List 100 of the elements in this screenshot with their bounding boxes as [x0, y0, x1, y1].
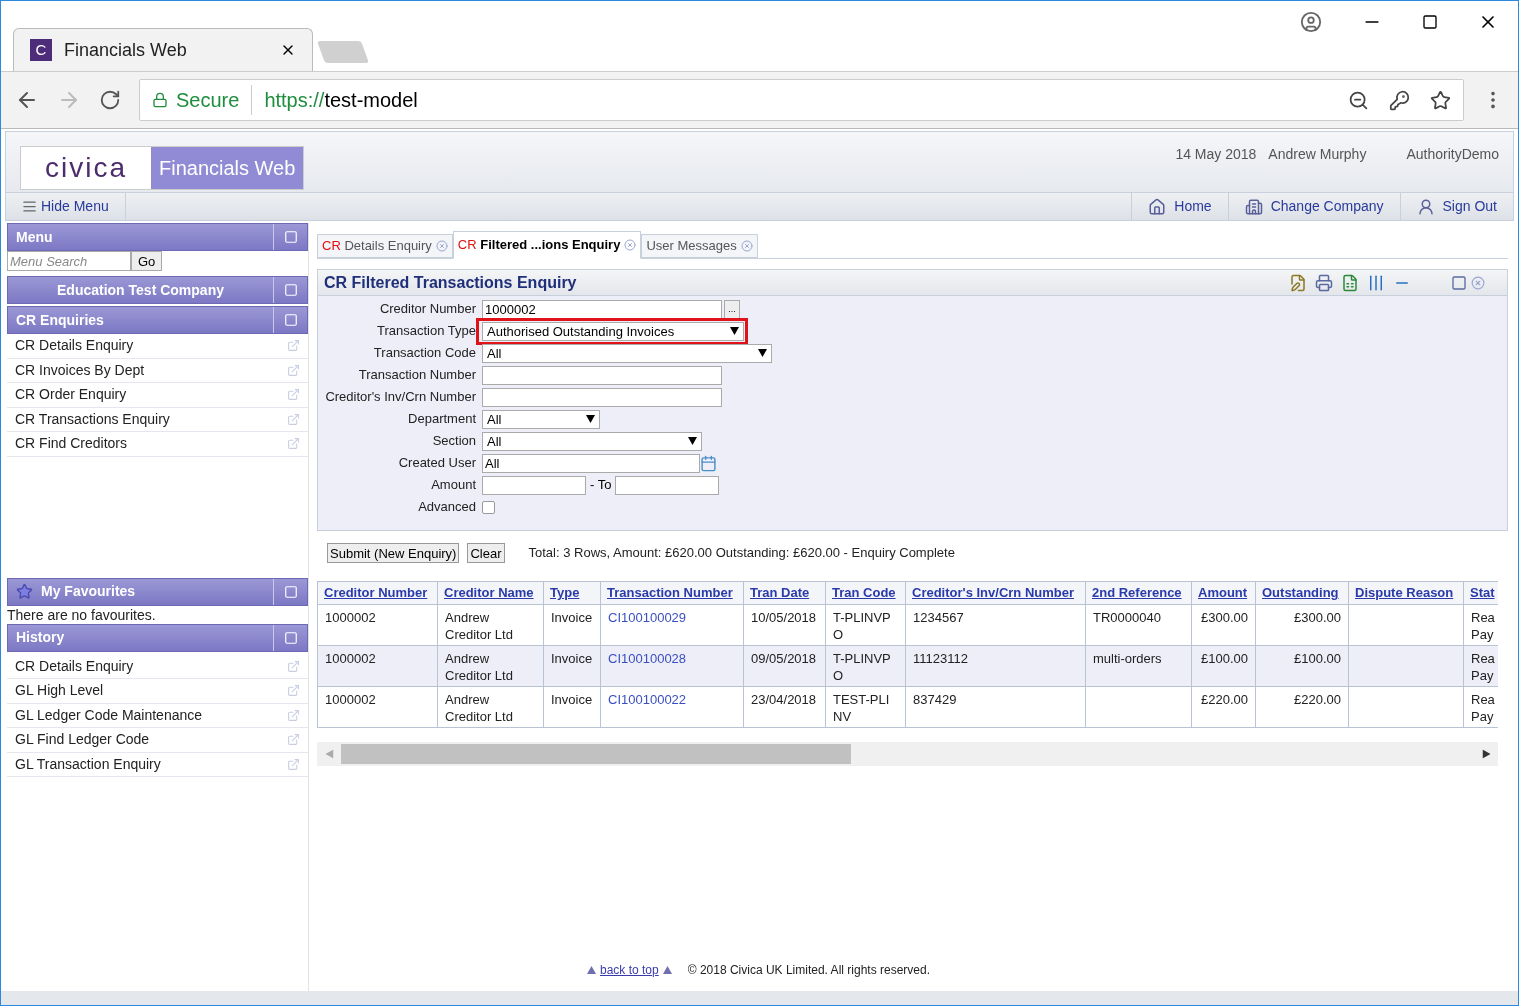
scrollbar[interactable]: [317, 742, 1498, 766]
field-label: Transaction Type: [377, 322, 476, 341]
open-icon[interactable]: [287, 437, 300, 451]
input-field[interactable]: [482, 475, 586, 495]
go-button[interactable]: Go: [131, 251, 163, 271]
transaction-link[interactable]: CI100100022: [608, 692, 687, 707]
menu-item[interactable]: CR Details Enquiry: [7, 654, 308, 679]
toolbar-link[interactable]: Change Company: [1227, 193, 1400, 220]
input-field[interactable]: All: [482, 453, 700, 473]
panel-title: My Favourites: [40, 582, 137, 601]
dropdown-arrow-icon[interactable]: [688, 437, 697, 445]
menu-item[interactable]: CR Find Creditors: [7, 432, 308, 457]
input-field[interactable]: [615, 475, 720, 495]
open-icon[interactable]: [287, 659, 300, 673]
spreadsheet-icon[interactable]: [1341, 273, 1359, 292]
maximize-icon[interactable]: [1422, 14, 1438, 30]
date-text: 14 May 2018: [1175, 145, 1257, 164]
table-cell: Rea Pay: [1471, 650, 1495, 684]
table-cell: £300.00: [1294, 610, 1341, 625]
profile-icon[interactable]: [1300, 11, 1322, 33]
menu-item[interactable]: GL Ledger Code Maintenance: [7, 703, 308, 728]
dropdown[interactable]: All: [482, 409, 600, 429]
open-icon[interactable]: [287, 708, 300, 722]
table-cell: Rea Pay: [1471, 609, 1495, 643]
menu-item[interactable]: GL Find Ledger Code: [7, 728, 308, 753]
window-icon[interactable]: [1451, 274, 1467, 291]
zoom-icon[interactable]: [1348, 89, 1369, 111]
table-cell: Andrew Creditor Ltd: [445, 610, 513, 642]
field-label: Transaction Code: [373, 344, 476, 363]
panel-title: Menu: [15, 227, 54, 247]
back-to-top-link[interactable]: back to top: [587, 961, 672, 979]
tab[interactable]: CR Details Enquiry: [317, 234, 453, 258]
menu-item[interactable]: GL High Level: [7, 679, 308, 704]
tab[interactable]: User Messages: [641, 234, 758, 258]
edit-icon[interactable]: [1289, 273, 1307, 292]
table-cell: Rea Pay: [1471, 691, 1495, 725]
address-bar[interactable]: Secure https://test-model: [139, 79, 1464, 121]
empty-message: There are no favourites.: [7, 605, 157, 624]
table-cell: Invoice: [551, 651, 593, 666]
secure-label: Secure: [176, 85, 253, 115]
bookmark-icon[interactable]: [1430, 89, 1451, 111]
scroll-left-icon[interactable]: [325, 749, 333, 759]
table-cell: £100.00: [1201, 651, 1248, 666]
scroll-right-icon[interactable]: [1482, 749, 1490, 759]
menu-item[interactable]: GL Transaction Enquiry: [7, 752, 308, 777]
up-arrow-icon[interactable]: [587, 966, 596, 974]
columns-icon[interactable]: [1367, 273, 1385, 292]
print-icon[interactable]: [1315, 273, 1333, 292]
table-cell: £220.00: [1201, 692, 1248, 707]
checkbox[interactable]: [482, 500, 495, 514]
toolbar-link[interactable]: Sign Out: [1399, 193, 1513, 220]
table-cell: T-PLINVPO: [833, 651, 891, 683]
dropdown-arrow-icon[interactable]: [730, 327, 739, 335]
menu-item[interactable]: CR Invoices By Dept: [7, 358, 308, 383]
open-icon[interactable]: [287, 388, 300, 402]
menu-item[interactable]: CR Order Enquiry: [7, 383, 308, 408]
menu-icon: [22, 199, 37, 214]
table-cell: 1000002: [325, 692, 376, 707]
toolbar-link[interactable]: Home: [1131, 193, 1228, 220]
open-icon[interactable]: [287, 757, 300, 771]
submit-button[interactable]: Submit (New Enquiry): [327, 543, 460, 563]
menu-item[interactable]: CR Details Enquiry: [7, 334, 308, 359]
input-field[interactable]: [482, 387, 722, 407]
table-cell: 11123112: [913, 651, 968, 666]
table-cell: multi-orders: [1093, 651, 1162, 666]
copyright-text: © 2018 Civica UK Limited. All rights reserved.: [687, 962, 930, 979]
key-icon[interactable]: [1389, 89, 1410, 111]
open-icon[interactable]: [287, 733, 300, 747]
search-field[interactable]: Menu Search: [7, 251, 131, 271]
dropdown-arrow-icon[interactable]: [586, 415, 595, 423]
dropdown[interactable]: Authorised Outstanding Invoices: [482, 321, 744, 341]
open-icon[interactable]: [287, 339, 300, 353]
browser-tab[interactable]: C Financials Web: [13, 28, 313, 71]
lookup-button[interactable]: ...: [724, 299, 740, 319]
house-icon: [1148, 197, 1167, 216]
building-icon: [1244, 197, 1263, 216]
input-field[interactable]: 1000002: [482, 299, 722, 319]
panel-title: CR Enquiries: [15, 310, 105, 330]
table-cell: TEST-PLINV: [833, 692, 890, 724]
open-icon[interactable]: [287, 363, 300, 377]
transaction-link[interactable]: CI100100029: [608, 610, 687, 625]
dropdown[interactable]: All: [482, 431, 702, 451]
transaction-link[interactable]: CI100100028: [608, 651, 687, 666]
clear-button[interactable]: Clear: [467, 543, 505, 563]
open-icon[interactable]: [287, 412, 300, 426]
input-field[interactable]: [482, 365, 722, 385]
calendar-icon[interactable]: [700, 454, 717, 472]
summary-text: Total: 3 Rows, Amount: £620.00 Outstanding: £620.00 - Enquiry Complete: [528, 544, 955, 563]
range-separator: - To: [590, 476, 612, 495]
up-arrow-icon[interactable]: [662, 966, 672, 974]
table-cell: TR0000040: [1093, 610, 1161, 625]
new-tab-button[interactable]: [317, 41, 369, 63]
field-label: Created User: [398, 454, 476, 473]
reload-icon[interactable]: [99, 89, 121, 111]
tab[interactable]: CR Filtered ...ions Enquiry: [452, 231, 642, 259]
dropdown[interactable]: All: [482, 343, 772, 363]
menu-item[interactable]: CR Transactions Enquiry: [7, 407, 308, 432]
open-icon[interactable]: [287, 684, 300, 698]
hide-menu-button[interactable]: Hide Menu: [6, 193, 126, 220]
dropdown-arrow-icon[interactable]: [758, 349, 767, 357]
